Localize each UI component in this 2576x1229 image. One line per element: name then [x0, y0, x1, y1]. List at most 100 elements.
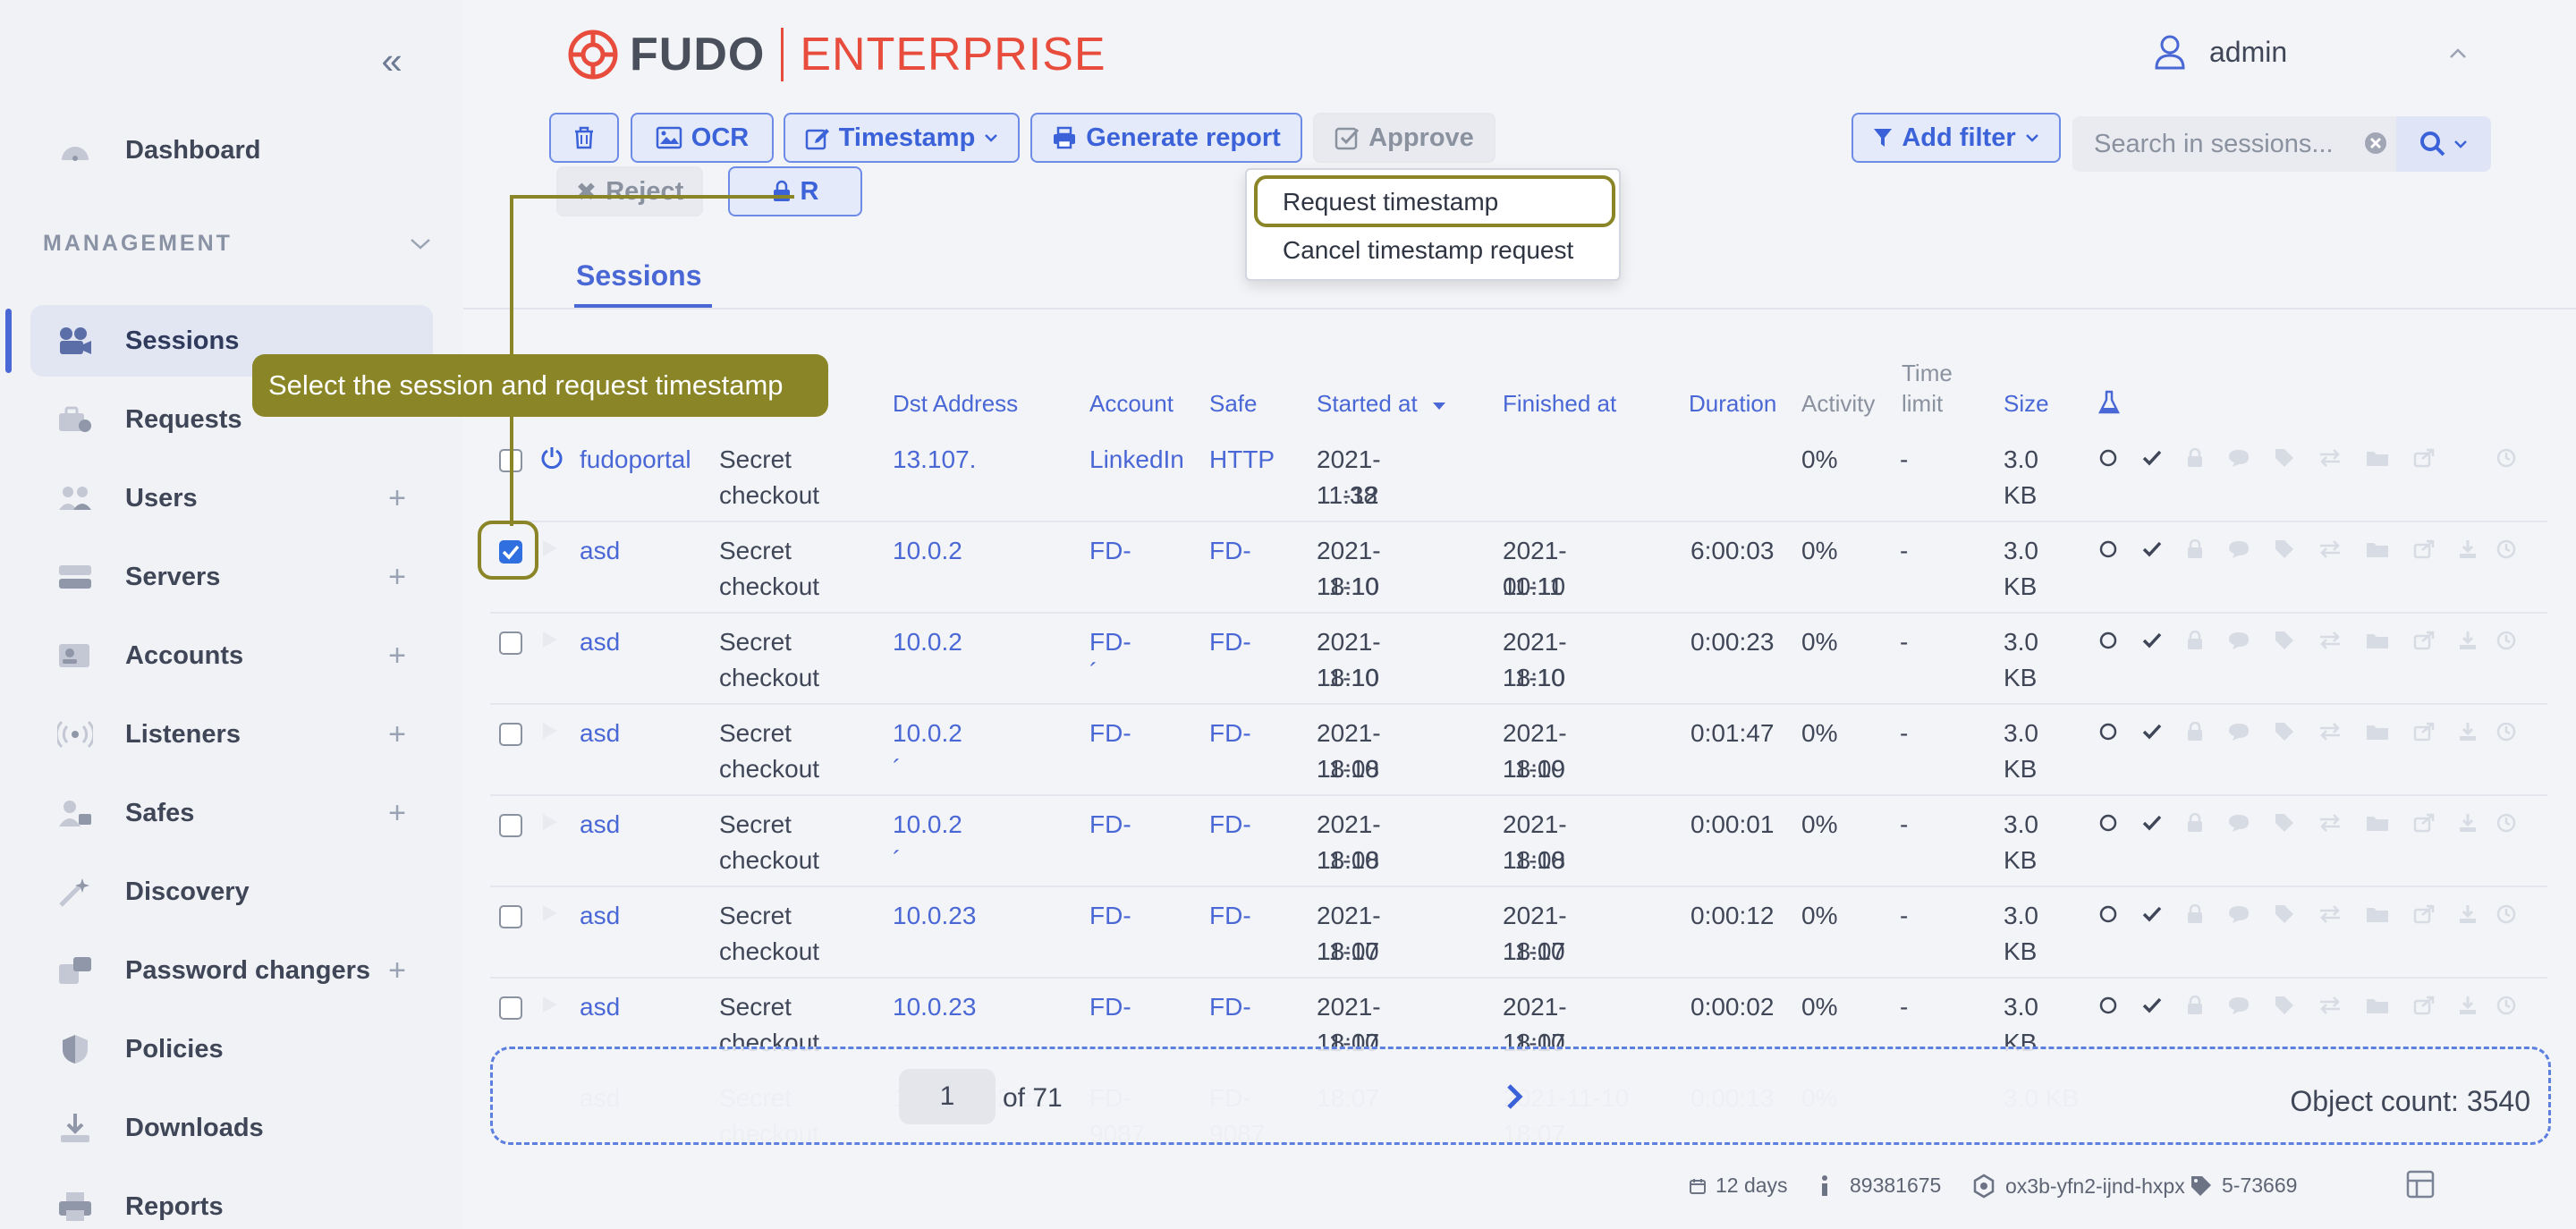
- folder-icon[interactable]: [2365, 813, 2390, 837]
- add-filter-button[interactable]: Add filter: [1852, 113, 2061, 163]
- cell-account[interactable]: LinkedIn: [1089, 442, 1184, 478]
- status-circle-icon[interactable]: [2098, 904, 2118, 928]
- tag-icon[interactable]: [2274, 630, 2295, 656]
- lock-icon[interactable]: [2186, 630, 2204, 655]
- add-server-icon[interactable]: +: [388, 559, 406, 595]
- status-circle-icon[interactable]: [2098, 722, 2118, 746]
- check-icon[interactable]: [2141, 539, 2163, 564]
- sidebar-item-policies[interactable]: Policies: [30, 1013, 433, 1085]
- add-password-changer-icon[interactable]: +: [388, 953, 406, 988]
- check-icon[interactable]: [2141, 904, 2163, 928]
- tag-icon[interactable]: [2274, 812, 2295, 838]
- status-circle-icon[interactable]: [2098, 996, 2118, 1020]
- collapse-sidebar-icon[interactable]: «: [374, 42, 410, 80]
- lock-icon[interactable]: [2186, 995, 2204, 1020]
- sidebar-item-accounts[interactable]: Accounts +: [30, 620, 433, 691]
- share-icon[interactable]: [2413, 448, 2435, 472]
- reject-button[interactable]: ✖ Reject: [556, 166, 703, 216]
- cell-user[interactable]: fudoportal: [580, 442, 691, 478]
- next-page-icon[interactable]: [1505, 1083, 1523, 1110]
- row-checkbox[interactable]: [499, 996, 522, 1020]
- clock-icon[interactable]: [2496, 721, 2517, 747]
- cell-dst-address[interactable]: 10.0.2: [893, 624, 962, 660]
- sidebar-item-servers[interactable]: Servers +: [30, 541, 433, 613]
- play-icon[interactable]: [540, 537, 564, 564]
- tag-icon[interactable]: [2274, 721, 2295, 747]
- add-listener-icon[interactable]: +: [388, 716, 406, 752]
- cell-account[interactable]: ´: [1089, 655, 1097, 691]
- play-icon[interactable]: [540, 719, 564, 746]
- row-checkbox[interactable]: [499, 631, 522, 655]
- user-menu[interactable]: admin: [2154, 34, 2287, 70]
- row-checkbox[interactable]: [499, 814, 522, 837]
- timestamp-dropdown-button[interactable]: Timestamp: [784, 113, 1020, 163]
- cell-account[interactable]: FD-: [1089, 989, 1131, 1025]
- column-header-safe[interactable]: Safe: [1209, 390, 1258, 418]
- ocr-button[interactable]: OCR: [631, 113, 774, 163]
- comment-icon[interactable]: [2227, 996, 2250, 1020]
- sidebar-item-reports[interactable]: Reports: [30, 1171, 433, 1229]
- status-circle-icon[interactable]: [2098, 539, 2118, 564]
- comment-icon[interactable]: [2227, 904, 2250, 928]
- play-icon[interactable]: [540, 993, 564, 1020]
- sidebar-item-discovery[interactable]: Discovery: [30, 856, 433, 928]
- download-icon[interactable]: [2458, 721, 2478, 747]
- transfer-icon[interactable]: [2318, 904, 2342, 928]
- play-icon[interactable]: [540, 902, 564, 928]
- power-icon[interactable]: [540, 445, 564, 472]
- check-icon[interactable]: [2141, 448, 2163, 472]
- comment-icon[interactable]: [2227, 539, 2250, 564]
- cell-dst-address[interactable]: 10.0.23: [893, 989, 976, 1025]
- column-header-duration[interactable]: Duration: [1689, 390, 1776, 418]
- cell-dst-address[interactable]: 10.0.2´: [893, 716, 962, 787]
- column-header-started-at[interactable]: Started at: [1317, 390, 1447, 418]
- cell-safe[interactable]: HTTP: [1209, 442, 1275, 478]
- layout-toggle-icon[interactable]: [2406, 1170, 2435, 1199]
- check-icon[interactable]: [2141, 631, 2163, 655]
- cell-dst-address[interactable]: 10.0.23: [893, 898, 976, 934]
- check-icon[interactable]: [2141, 813, 2163, 837]
- search-input[interactable]: Search in sessions...: [2072, 116, 2396, 172]
- download-icon[interactable]: [2458, 995, 2478, 1021]
- status-circle-icon[interactable]: [2098, 448, 2118, 472]
- tag-icon[interactable]: [2274, 995, 2295, 1021]
- cell-dst-address[interactable]: 10.0.2: [893, 533, 962, 569]
- transfer-icon[interactable]: [2318, 996, 2342, 1020]
- tag-icon[interactable]: [2274, 447, 2295, 473]
- play-icon[interactable]: [540, 810, 564, 837]
- comment-icon[interactable]: [2227, 722, 2250, 746]
- cell-account[interactable]: FD-: [1089, 716, 1131, 751]
- sidebar-item-listeners[interactable]: Listeners +: [30, 699, 433, 770]
- transfer-icon[interactable]: [2318, 813, 2342, 837]
- comment-icon[interactable]: [2227, 631, 2250, 655]
- cell-safe[interactable]: FD-: [1209, 989, 1251, 1025]
- sidebar-item-users[interactable]: Users +: [30, 462, 433, 534]
- cell-dst-address[interactable]: 13.107.: [893, 442, 976, 478]
- clock-icon[interactable]: [2496, 995, 2517, 1021]
- cell-dst-address[interactable]: 10.0.2´: [893, 807, 962, 878]
- lock-icon[interactable]: [2186, 721, 2204, 746]
- add-account-icon[interactable]: +: [388, 638, 406, 674]
- cell-account[interactable]: FD-: [1089, 533, 1131, 569]
- share-icon[interactable]: [2413, 539, 2435, 564]
- share-icon[interactable]: [2413, 813, 2435, 837]
- download-icon[interactable]: [2458, 538, 2478, 564]
- folder-icon[interactable]: [2365, 631, 2390, 655]
- download-icon[interactable]: [2458, 903, 2478, 929]
- transfer-icon[interactable]: [2318, 722, 2342, 746]
- sidebar-item-downloads[interactable]: Downloads: [30, 1092, 433, 1164]
- row-checkbox[interactable]: [499, 905, 522, 928]
- transfer-icon[interactable]: [2318, 448, 2342, 472]
- cell-safe[interactable]: FD-: [1209, 624, 1251, 660]
- block-button[interactable]: R: [728, 166, 862, 216]
- share-icon[interactable]: [2413, 904, 2435, 928]
- comment-icon[interactable]: [2227, 448, 2250, 472]
- flask-icon[interactable]: [2098, 390, 2120, 415]
- delete-button[interactable]: [549, 113, 619, 163]
- comment-icon[interactable]: [2227, 813, 2250, 837]
- folder-icon[interactable]: [2365, 448, 2390, 472]
- row-checkbox[interactable]: [499, 723, 522, 746]
- column-header-finished-at[interactable]: Finished at: [1503, 390, 1616, 418]
- search-button[interactable]: [2396, 116, 2491, 172]
- clock-icon[interactable]: [2496, 538, 2517, 564]
